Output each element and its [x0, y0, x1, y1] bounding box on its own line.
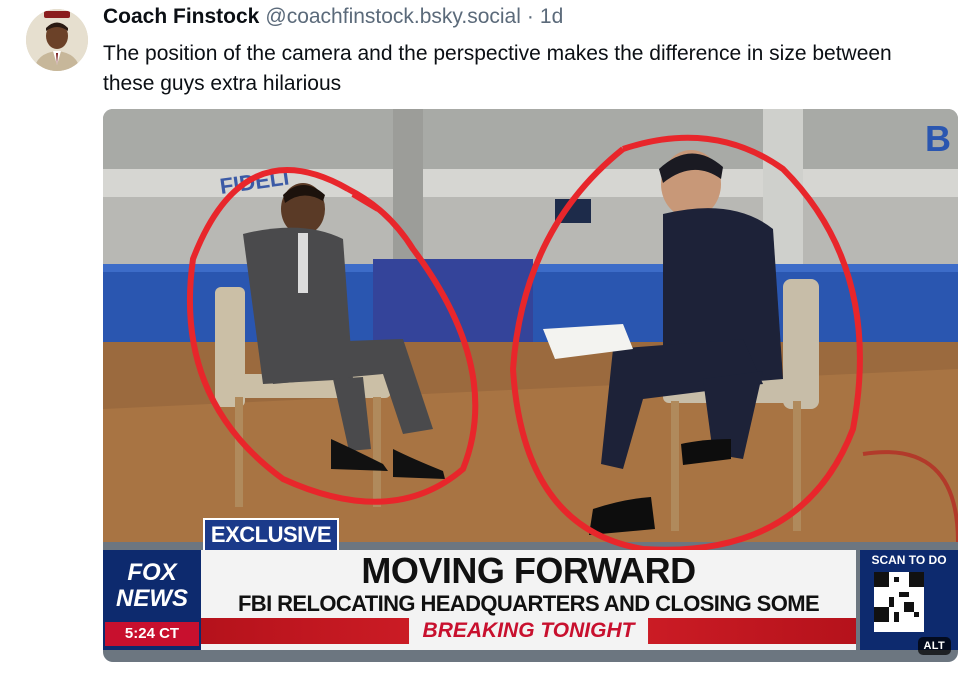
fox-news-logo-icon: FOX NEWS: [116, 559, 188, 612]
network-logo-box: FOX NEWS 5:24 CT: [103, 550, 201, 650]
avatar[interactable]: [26, 9, 88, 71]
wall-letter-text: B: [925, 118, 951, 159]
alt-text-button[interactable]: ALT: [917, 637, 951, 655]
news-chyron: EXCLUSIVE FOX NEWS 5:24 CT MOVING FORWAR…: [103, 515, 958, 662]
breaking-bar: BREAKING TONIGHT: [201, 618, 856, 644]
post-text: The position of the camera and the persp…: [103, 42, 892, 95]
scan-box: SCAN TO DO: [860, 550, 958, 650]
author-handle[interactable]: @coachfinstock.bsky.social: [265, 5, 521, 29]
breaking-label: BREAKING TONIGHT: [408, 618, 649, 644]
separator-dot: ·: [526, 5, 534, 28]
headline-box: MOVING FORWARD FBI RELOCATING HEADQUARTE…: [201, 550, 856, 650]
avatar-photo-icon: [26, 9, 88, 71]
post-timestamp[interactable]: 1d: [540, 5, 563, 29]
chyron-headline: MOVING FORWARD: [361, 550, 696, 591]
post[interactable]: Coach Finstock @coachfinstock.bsky.socia…: [0, 0, 980, 676]
exclusive-tag: EXCLUSIVE: [203, 518, 339, 552]
scan-label: SCAN TO DO: [871, 553, 947, 567]
qr-code-icon: [874, 572, 924, 632]
broadcast-time: 5:24 CT: [105, 622, 199, 646]
post-image[interactable]: FIDELI B EXCLUSIVE FOX NEWS 5:24 CT MOVI…: [103, 109, 958, 662]
author-display-name[interactable]: Coach Finstock: [103, 5, 259, 29]
post-header: Coach Finstock @coachfinstock.bsky.socia…: [103, 5, 563, 35]
